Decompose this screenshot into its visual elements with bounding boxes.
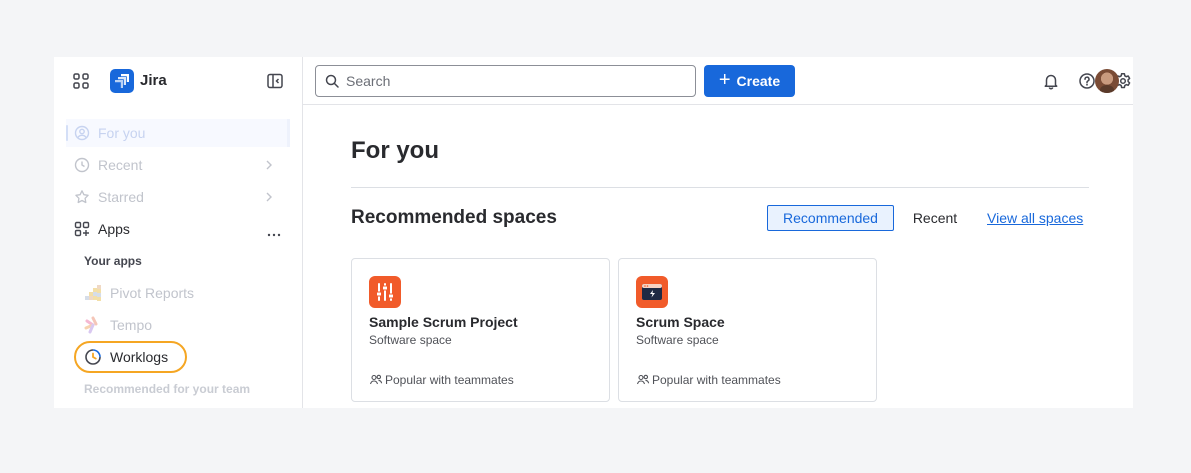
sidebar-item-for-you[interactable]: For you <box>66 119 290 147</box>
notifications-bell-icon[interactable] <box>1042 72 1060 90</box>
app-switcher-icon[interactable] <box>72 72 90 90</box>
sidebar-app-worklogs[interactable]: Worklogs <box>74 343 284 371</box>
search-input[interactable] <box>346 70 686 92</box>
sidebar-item-starred[interactable]: Starred <box>66 183 290 211</box>
main-content: For you Recommended spaces Recommended R… <box>303 105 1133 408</box>
sidebar-item-label: Recent <box>98 157 143 173</box>
space-card-title: Scrum Space <box>636 314 725 330</box>
star-icon <box>74 189 90 205</box>
collapse-sidebar-icon[interactable] <box>266 72 284 90</box>
search-icon <box>325 74 339 88</box>
space-card-title: Sample Scrum Project <box>369 314 518 330</box>
recommended-for-team-heading: Recommended for your team <box>84 382 251 396</box>
people-icon <box>369 374 383 385</box>
plus-icon: + <box>718 69 731 91</box>
chevron-right-icon[interactable] <box>262 158 276 172</box>
top-bar: + Create <box>303 57 1133 105</box>
space-card-footer: Popular with teammates <box>636 373 781 387</box>
space-card-footer: Popular with teammates <box>369 373 514 387</box>
your-apps-heading: Your apps <box>84 254 142 268</box>
space-card-sample-scrum-project[interactable]: Sample Scrum Project Software space Popu… <box>351 258 610 402</box>
sidebar-app-label: Worklogs <box>110 349 169 365</box>
space-card-footer-label: Popular with teammates <box>652 373 781 387</box>
create-button-label: Create <box>736 73 781 89</box>
people-icon <box>636 374 650 385</box>
app-name[interactable]: Jira <box>140 72 167 89</box>
more-options-icon[interactable] <box>266 227 282 243</box>
jira-window: Jira For you Recent Starred Apps Your ap… <box>54 57 1133 408</box>
section-title: Recommended spaces <box>351 207 557 228</box>
space-card-scrum-space[interactable]: Scrum Space Software space Popular with … <box>618 258 877 402</box>
apps-add-icon <box>74 221 90 237</box>
pivot-reports-icon <box>84 284 102 302</box>
user-circle-icon <box>74 125 90 141</box>
help-icon[interactable] <box>1078 72 1096 90</box>
clock-icon <box>74 157 90 173</box>
terminal-bolt-icon <box>636 276 668 308</box>
selection-indicator <box>287 119 290 147</box>
jira-logo-icon[interactable] <box>110 69 134 93</box>
tab-recommended[interactable]: Recommended <box>767 205 894 231</box>
tempo-icon <box>84 316 102 334</box>
space-card-subtitle: Software space <box>636 333 719 347</box>
create-button[interactable]: + Create <box>704 65 795 97</box>
search-box[interactable] <box>315 65 696 97</box>
user-avatar[interactable] <box>1095 69 1119 93</box>
chevron-right-icon[interactable] <box>262 190 276 204</box>
sidebar-app-tempo[interactable]: Tempo <box>74 311 284 339</box>
sidebar-header: Jira <box>54 57 302 105</box>
sidebar-item-recent[interactable]: Recent <box>66 151 290 179</box>
sidebar-item-label: Apps <box>98 221 130 237</box>
sidebar-item-label: For you <box>98 125 146 141</box>
divider <box>351 187 1089 188</box>
sliders-icon <box>369 276 401 308</box>
sidebar-app-pivot-reports[interactable]: Pivot Reports <box>74 279 284 307</box>
page-title: For you <box>351 137 439 164</box>
sidebar-app-label: Pivot Reports <box>110 285 195 301</box>
tab-recent[interactable]: Recent <box>903 205 967 231</box>
space-card-subtitle: Software space <box>369 333 452 347</box>
view-all-spaces-link[interactable]: View all spaces <box>987 210 1083 226</box>
sidebar: Jira For you Recent Starred Apps Your ap… <box>54 57 303 408</box>
sidebar-item-label: Starred <box>98 189 144 205</box>
sidebar-item-apps[interactable]: Apps <box>66 215 290 243</box>
sidebar-app-label: Tempo <box>110 317 153 333</box>
worklogs-clock-icon <box>84 348 102 366</box>
space-card-footer-label: Popular with teammates <box>385 373 514 387</box>
